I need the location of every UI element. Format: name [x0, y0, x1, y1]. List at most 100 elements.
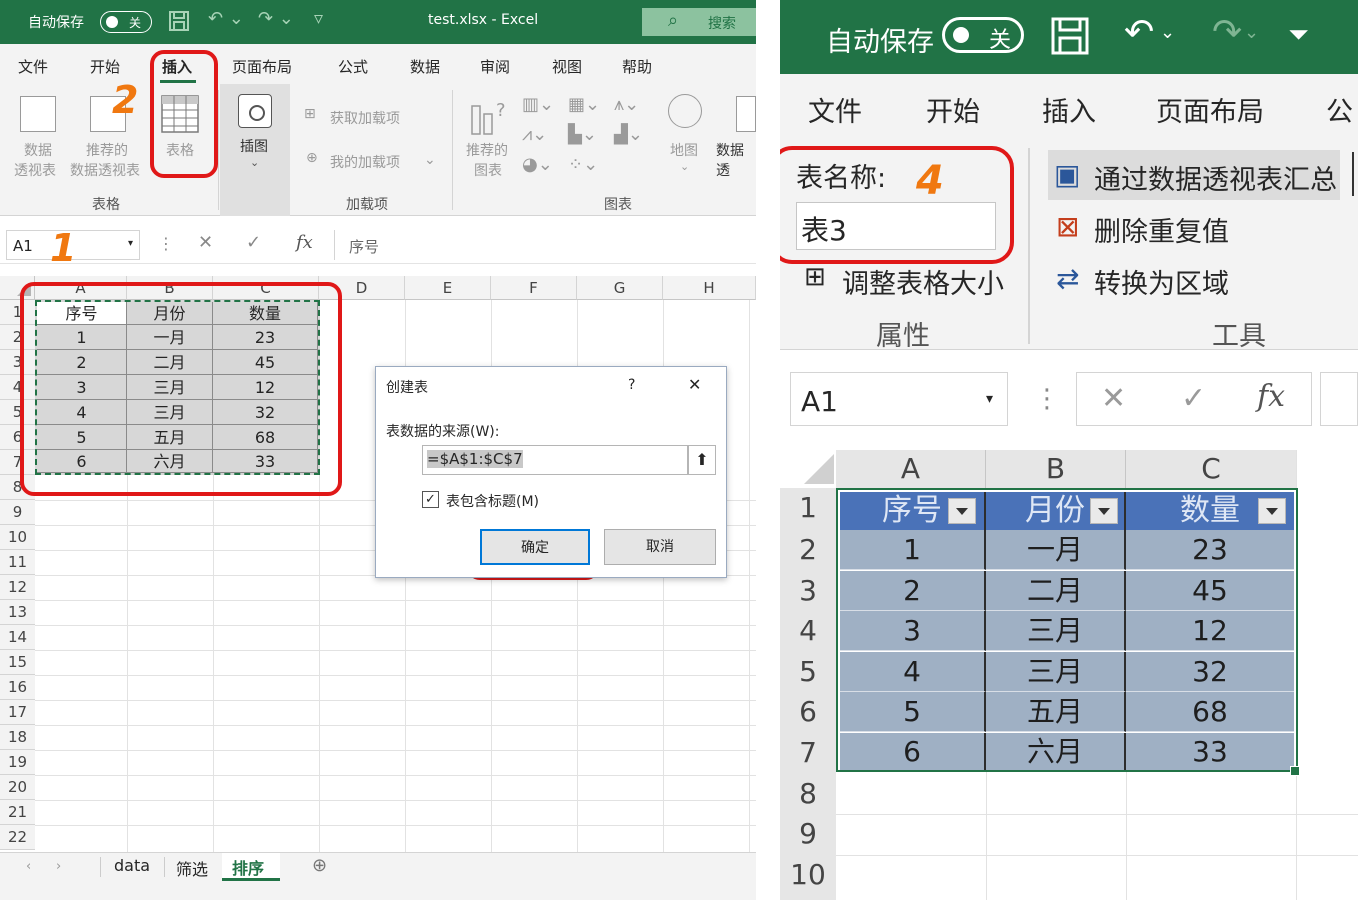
- filter-dropdown-icon[interactable]: [948, 498, 976, 524]
- redo-icon[interactable]: ↷ ⌄: [258, 8, 294, 29]
- scroll-right-icon[interactable]: ›: [56, 859, 61, 874]
- column-header[interactable]: G: [577, 276, 663, 300]
- combo-chart-icon[interactable]: ⩚⌄: [614, 94, 639, 115]
- row-header[interactable]: 9: [0, 500, 35, 525]
- add-sheet-icon[interactable]: ⊕: [312, 855, 327, 876]
- collapse-dialog-button[interactable]: ⬆: [688, 445, 716, 475]
- table-cell[interactable]: 3: [840, 611, 986, 651]
- row-header[interactable]: 15: [0, 650, 35, 675]
- table-cell[interactable]: 六月: [986, 733, 1126, 770]
- column-chart-icon[interactable]: ▥⌄: [522, 94, 554, 115]
- help-button[interactable]: ?: [628, 377, 635, 393]
- table-cell[interactable]: 6: [840, 733, 986, 770]
- sheet-tab-sort-active[interactable]: 排序: [222, 853, 280, 881]
- row-header[interactable]: 21: [0, 800, 35, 825]
- enter-icon[interactable]: ✓: [246, 232, 261, 253]
- row-header[interactable]: 19: [0, 750, 35, 775]
- row-header[interactable]: 3: [780, 571, 836, 611]
- row-header[interactable]: 17: [0, 700, 35, 725]
- function-icon[interactable]: fx: [296, 232, 313, 253]
- recommended-charts-button[interactable]: ?: [470, 96, 510, 136]
- get-addins-button[interactable]: 获取加载项: [330, 108, 400, 128]
- row-header[interactable]: 6: [780, 692, 836, 732]
- hierarchy-chart-icon[interactable]: ▦⌄: [568, 94, 600, 115]
- table-cell[interactable]: 33: [1126, 733, 1294, 770]
- pivot-chart-icon[interactable]: [736, 96, 756, 132]
- scatter-chart-icon[interactable]: ⁘⌄: [568, 154, 598, 175]
- stat-chart-icon[interactable]: ▙⌄: [568, 124, 597, 145]
- filter-dropdown-icon[interactable]: [1090, 498, 1118, 524]
- select-all-corner[interactable]: [780, 450, 836, 488]
- row-header[interactable]: 11: [0, 550, 35, 575]
- redo-icon[interactable]: ↷: [1212, 12, 1242, 53]
- autosave-toggle[interactable]: 关: [100, 11, 152, 33]
- table-cell[interactable]: 二月: [986, 571, 1126, 611]
- undo-icon[interactable]: ↶ ⌄: [208, 8, 244, 29]
- customize-qat-icon[interactable]: ⏷: [1288, 20, 1309, 51]
- table-header-cell[interactable]: 月份: [986, 492, 1126, 530]
- table-cell[interactable]: 1: [840, 530, 986, 570]
- remove-duplicates-button[interactable]: 删除重复值: [1094, 210, 1229, 249]
- row-header[interactable]: 12: [0, 575, 35, 600]
- source-range-input[interactable]: =$A$1:$C$7: [422, 445, 688, 475]
- column-header[interactable]: F: [491, 276, 577, 300]
- waterfall-chart-icon[interactable]: ▟⌄: [614, 124, 643, 145]
- row-header[interactable]: 8: [780, 774, 836, 814]
- search-box[interactable]: ⌕ 搜索: [642, 8, 756, 36]
- illustrations-button[interactable]: 插图 ⌄: [220, 84, 290, 216]
- column-header[interactable]: E: [405, 276, 491, 300]
- ok-button[interactable]: 确定: [480, 529, 590, 565]
- tab-formulas[interactable]: 公: [1326, 90, 1353, 129]
- table-header-cell[interactable]: 序号: [840, 492, 986, 530]
- tab-page-layout[interactable]: 页面布局: [1156, 90, 1264, 129]
- save-icon[interactable]: [1050, 16, 1090, 60]
- row-header[interactable]: 5: [780, 652, 836, 692]
- chevron-down-icon[interactable]: ⌄: [1244, 22, 1259, 43]
- table-cell[interactable]: 5: [840, 692, 986, 732]
- row-header[interactable]: 16: [0, 675, 35, 700]
- tab-review[interactable]: 审阅: [480, 56, 510, 77]
- convert-range-button[interactable]: 转换为区域: [1094, 262, 1229, 301]
- tab-home[interactable]: 开始: [90, 56, 120, 77]
- row-header[interactable]: 10: [780, 855, 836, 895]
- table-resize-handle[interactable]: [1290, 766, 1300, 776]
- customize-qat-icon[interactable]: ▿: [314, 8, 323, 29]
- function-icon[interactable]: fx: [1257, 379, 1285, 414]
- row-header[interactable]: 14: [0, 625, 35, 650]
- row-header[interactable]: 22: [0, 825, 35, 850]
- cancel-icon[interactable]: ✕: [198, 232, 213, 253]
- chevron-down-icon[interactable]: ⌄: [1160, 22, 1175, 43]
- line-chart-icon[interactable]: ⩘⌄: [522, 124, 547, 145]
- maps-icon[interactable]: [668, 94, 702, 128]
- row-header[interactable]: 1: [780, 488, 836, 528]
- table-cell[interactable]: 三月: [986, 652, 1126, 692]
- scroll-left-icon[interactable]: ‹: [26, 859, 31, 874]
- tab-page-layout[interactable]: 页面布局: [232, 56, 292, 77]
- pie-chart-icon[interactable]: ◕⌄: [522, 154, 553, 175]
- formula-input[interactable]: 序号: [334, 230, 756, 260]
- summarize-pivot-button[interactable]: ▣ 通过数据透视表汇总: [1048, 150, 1340, 200]
- tab-file[interactable]: 文件: [18, 56, 48, 77]
- table-cell[interactable]: 三月: [986, 611, 1126, 651]
- table-cell[interactable]: 45: [1126, 571, 1294, 611]
- table-cell[interactable]: 2: [840, 571, 986, 611]
- resize-table-button[interactable]: 调整表格大小: [842, 262, 1004, 301]
- table-header-cell[interactable]: 数量: [1126, 492, 1294, 530]
- table-cell[interactable]: 4: [840, 652, 986, 692]
- row-header[interactable]: 20: [0, 775, 35, 800]
- row-header[interactable]: 18: [0, 725, 35, 750]
- filter-dropdown-icon[interactable]: [1258, 498, 1286, 524]
- row-header[interactable]: 13: [0, 600, 35, 625]
- close-button[interactable]: ✕: [688, 375, 701, 394]
- tab-data[interactable]: 数据: [410, 56, 440, 77]
- formula-input[interactable]: [1320, 372, 1358, 426]
- table-cell[interactable]: 32: [1126, 652, 1294, 692]
- table-cell[interactable]: 23: [1126, 530, 1294, 570]
- table-cell[interactable]: 五月: [986, 692, 1126, 732]
- column-header[interactable]: B: [986, 450, 1126, 488]
- name-box[interactable]: A1 ▾: [790, 372, 1008, 426]
- autosave-toggle[interactable]: 关: [942, 17, 1024, 53]
- table-cell[interactable]: 12: [1126, 611, 1294, 651]
- table-cell[interactable]: 一月: [986, 530, 1126, 570]
- tab-view[interactable]: 视图: [552, 56, 582, 77]
